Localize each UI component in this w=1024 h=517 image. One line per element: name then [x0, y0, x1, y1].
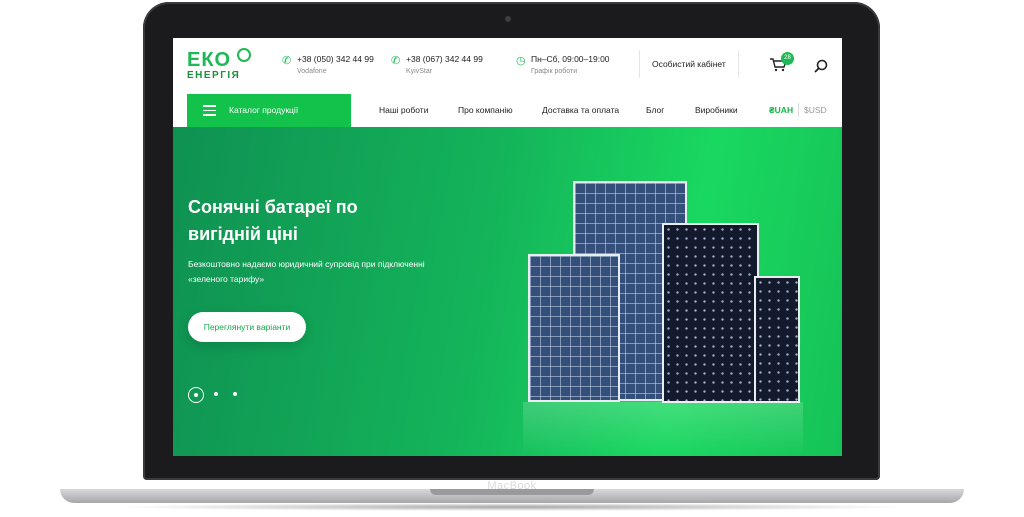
laptop-notch — [430, 489, 594, 495]
nav-item-works[interactable]: Наші роботи — [379, 105, 428, 115]
camera-icon — [505, 16, 511, 22]
hero-title: Сонячні батареї по вигідній ціні — [188, 197, 358, 244]
currency-divider — [798, 103, 799, 117]
working-hours: Пн–Сб, 09:00–19:00 — [531, 54, 610, 64]
solar-panel-image — [754, 276, 800, 403]
slider-dot[interactable] — [214, 392, 218, 396]
operator-label: Vodafone — [297, 68, 327, 75]
nav-item-delivery[interactable]: Доставка та оплата — [542, 105, 619, 115]
view-options-button[interactable]: Переглянути варіанти — [188, 312, 306, 342]
logo-line2: ЕНЕРГІЯ — [187, 70, 241, 81]
browser-screen: ЕКО ЕНЕРГІЯ ✆ +38 (050) 342 44 99 Vodafo… — [173, 38, 842, 456]
slider-dot[interactable] — [233, 392, 237, 396]
search-icon[interactable] — [813, 58, 829, 74]
working-hours-label: Графік роботи — [531, 68, 578, 75]
slider-dot-active[interactable] — [188, 387, 204, 403]
operator-label: KyivStar — [406, 68, 433, 75]
site-header: ЕКО ЕНЕРГІЯ ✆ +38 (050) 342 44 99 Vodafo… — [173, 38, 842, 95]
logo-line1: ЕКО — [187, 49, 232, 71]
laptop-shadow — [110, 503, 914, 511]
main-nav: Каталог продукції Наші роботи Про компан… — [173, 94, 842, 127]
nav-item-manufacturers[interactable]: Виробники — [695, 105, 738, 115]
nav-item-about[interactable]: Про компанію — [458, 105, 513, 115]
phone-icon: ✆ — [391, 55, 401, 67]
currency-uah[interactable]: ₴UAH — [769, 105, 793, 115]
phone-icon: ✆ — [282, 55, 292, 67]
panel-reflection — [523, 402, 803, 456]
phone-number[interactable]: +38 (067) 342 44 99 — [406, 54, 483, 64]
leaf-icon — [237, 48, 251, 62]
clock-icon: ◷ — [516, 55, 526, 67]
hero-subtitle: Безкоштовно надаємо юридичний супровід п… — [188, 259, 425, 284]
logo[interactable]: ЕКО ЕНЕРГІЯ — [187, 48, 251, 81]
catalog-button[interactable]: Каталог продукції — [187, 94, 351, 127]
phone-number[interactable]: +38 (050) 342 44 99 — [297, 54, 374, 64]
currency-usd[interactable]: $USD — [804, 105, 827, 115]
cart-count-badge: 28 — [781, 52, 794, 65]
catalog-label: Каталог продукції — [229, 105, 299, 115]
menu-icon — [203, 105, 216, 116]
nav-item-blog[interactable]: Блог — [646, 105, 664, 115]
hero-banner: Сонячні батареї по вигідній ціні Безкошт… — [173, 127, 842, 456]
account-link[interactable]: Особистий кабінет — [639, 50, 739, 78]
solar-panel-image — [528, 254, 620, 402]
solar-panel-image — [662, 223, 759, 403]
